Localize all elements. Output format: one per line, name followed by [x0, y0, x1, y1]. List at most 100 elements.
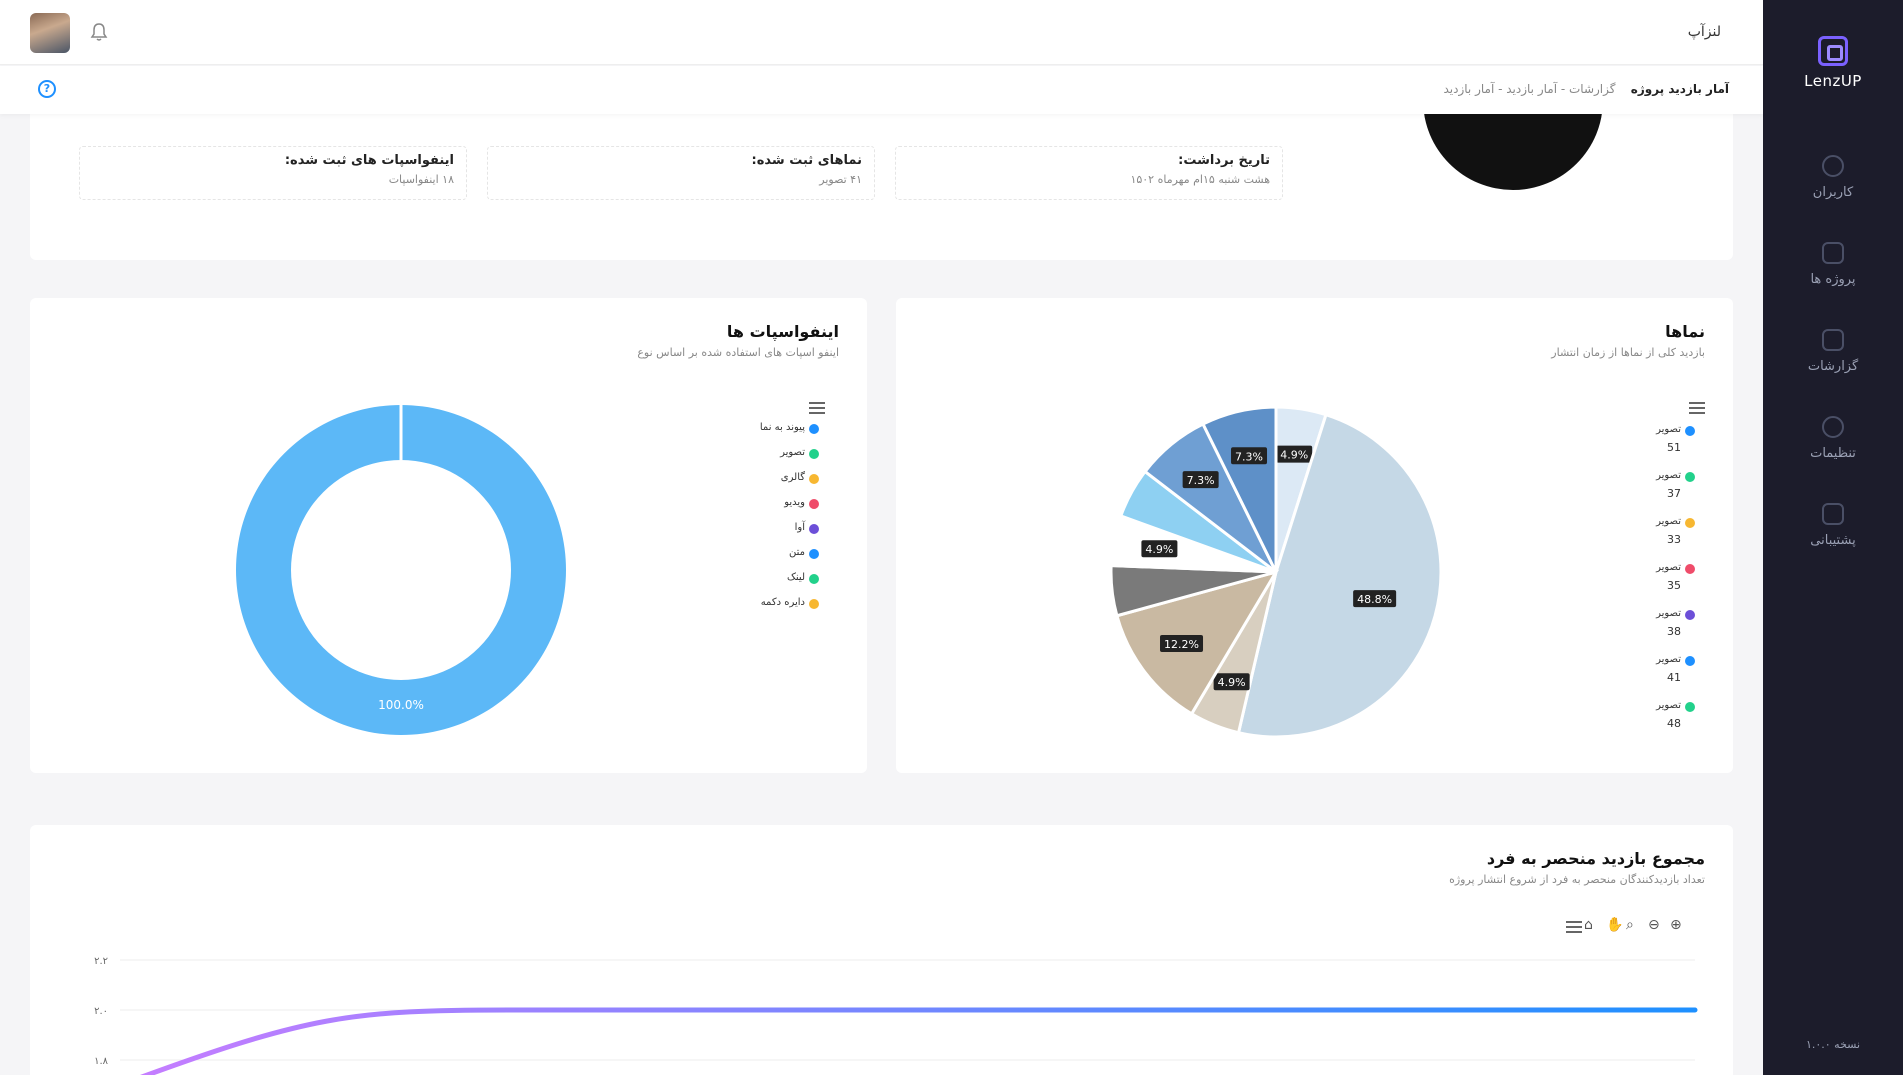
gear-icon	[1822, 416, 1844, 438]
sidebar-item-label: پشتیبانی	[1810, 533, 1856, 548]
svg-text:7.3%: 7.3%	[1187, 474, 1215, 487]
layers-icon	[1822, 242, 1844, 264]
legend-value: 35	[1667, 579, 1681, 592]
legend-dot-icon	[809, 499, 819, 509]
zoom-out-icon[interactable]: ⊖	[1648, 917, 1660, 933]
y-tick-label: ۲.۰	[94, 1006, 108, 1017]
y-tick-label: ۲.۲	[94, 956, 108, 967]
sidebar-item-label: تنظیمات	[1810, 446, 1856, 461]
legend-item[interactable]: پیوند به نما	[759, 422, 819, 447]
svg-text:4.9%: 4.9%	[1218, 676, 1246, 689]
legend-item[interactable]: لینک	[760, 572, 819, 597]
legend-dot-icon	[1685, 610, 1695, 620]
help-icon[interactable]: ?	[38, 80, 56, 98]
card-title: مجموع بازدید منحصر به فرد	[1486, 849, 1705, 868]
legend-dot-icon	[809, 574, 819, 584]
legend-item[interactable]: متن	[760, 547, 819, 572]
slice-label: 48.8%	[1353, 590, 1397, 608]
legend-item[interactable]: گالری	[760, 472, 819, 497]
y-tick-label: ۱.۸	[94, 1056, 109, 1067]
avatar[interactable]	[30, 13, 70, 53]
card-title: نماها	[1665, 322, 1705, 341]
bell-icon[interactable]	[90, 22, 108, 42]
chart-menu-icon[interactable]	[1689, 402, 1705, 414]
stat-value: هشت شنبه ۱۵ام مهرماه ۱۵۰۲	[1130, 173, 1270, 186]
svg-text:4.9%: 4.9%	[1280, 449, 1308, 462]
views-legend: تصویر 51 تصویر 37 تصویر 33 تصویر 35 تصویر 38 تصویر…	[1656, 424, 1695, 746]
slice-label: 100.0%	[378, 698, 424, 712]
legend-label: تصویر	[1656, 562, 1681, 573]
legend-dot-icon	[809, 549, 819, 559]
sidebar-item-reports[interactable]: گزارشات	[1763, 329, 1903, 374]
stat-title: تاریخ برداشت:	[1178, 153, 1270, 168]
legend-label: گالری	[780, 472, 805, 483]
views-chart-card: نماها بازدید کلی از نماها از زمان انتشار…	[896, 298, 1733, 773]
home-icon[interactable]: ⌂	[1584, 917, 1593, 933]
slice-label: 7.3%	[1231, 447, 1268, 465]
legend-item[interactable]: دایره دکمه	[760, 597, 819, 622]
legend-dot-icon	[1685, 564, 1695, 574]
legend-dot-icon	[1685, 702, 1695, 712]
card-subtitle: تعداد بازدیدکنندگان منحصر به فرد از شروع…	[1449, 873, 1705, 886]
slice-label: 12.2%	[1160, 635, 1204, 653]
stat-title: اینفواسپات های ثبت شده:	[284, 153, 454, 168]
pan-icon[interactable]: ✋	[1606, 917, 1623, 933]
legend-item[interactable]: تصویر 51	[1656, 424, 1695, 470]
stat-capture-date: تاریخ برداشت: هشت شنبه ۱۵ام مهرماه ۱۵۰۲	[895, 146, 1283, 200]
infospots-chart-card: اینفواسپات ها اینفو اسپات های استفاده شد…	[30, 298, 867, 773]
chart-menu-icon[interactable]	[1566, 921, 1582, 933]
stat-value: ۴۱ تصویر	[819, 173, 862, 186]
sidebar-item-projects[interactable]: پروژه ها	[1763, 242, 1903, 287]
legend-item[interactable]: آوا	[760, 522, 819, 547]
visitors-line-chart: ۲.۲ ۲.۰ ۱.۸	[94, 956, 1698, 1075]
legend-label: متن	[789, 547, 805, 558]
breadcrumb-trail[interactable]: گزارشات - آمار بازدید - آمار بازدید	[1443, 82, 1615, 96]
project-info-card: تاریخ برداشت: هشت شنبه ۱۵ام مهرماه ۱۵۰۲ …	[30, 100, 1733, 260]
legend-item[interactable]: تصویر 38	[1656, 608, 1695, 654]
legend-dot-icon	[809, 599, 819, 609]
logo-text: LenzUP	[1804, 72, 1862, 90]
legend-dot-icon	[809, 449, 819, 459]
legend-value: 38	[1667, 625, 1681, 638]
zoom-in-icon[interactable]: ⊕	[1670, 917, 1682, 933]
legend-dot-icon	[1685, 426, 1695, 436]
legend-value: 48	[1667, 717, 1681, 730]
legend-item[interactable]: تصویر	[760, 447, 819, 472]
sidebar-item-settings[interactable]: تنظیمات	[1763, 416, 1903, 461]
version-label: نسخه ۱.۰.۰	[1805, 1038, 1861, 1051]
legend-label: تصویر	[1656, 654, 1681, 665]
legend-dot-icon	[809, 474, 819, 484]
svg-text:48.8%: 48.8%	[1357, 593, 1392, 606]
card-subtitle: بازدید کلی از نماها از زمان انتشار	[1551, 346, 1705, 359]
legend-dot-icon	[1685, 472, 1695, 482]
legend-value: 41	[1667, 671, 1681, 684]
stat-title: نماهای ثبت شده:	[751, 153, 862, 168]
sidebar-item-users[interactable]: کاربران	[1763, 155, 1903, 200]
legend-value: 51	[1667, 441, 1681, 454]
support-icon	[1822, 503, 1844, 525]
logo[interactable]: LenzUP	[1763, 36, 1903, 90]
series-line[interactable]	[120, 1007, 1698, 1075]
legend-dot-icon	[809, 524, 819, 534]
legend-item[interactable]: تصویر 41	[1656, 654, 1695, 700]
legend-item[interactable]: تصویر 37	[1656, 470, 1695, 516]
sidebar-item-label: پروژه ها	[1810, 272, 1856, 287]
stat-views-count: نماهای ثبت شده: ۴۱ تصویر	[487, 146, 875, 200]
slice-label: 4.9%	[1276, 445, 1313, 463]
breadcrumb-bar: آمار بازدید پروژه گزارشات - آمار بازدید …	[0, 66, 1763, 114]
slice-label: 4.9%	[1141, 540, 1178, 558]
legend-label: پیوند به نما	[759, 422, 805, 433]
card-title: اینفواسپات ها	[726, 322, 839, 341]
legend-item[interactable]: تصویر 33	[1656, 516, 1695, 562]
views-pie-chart: 4.9% 48.8% 4.9% 12.2% 4.9% 7.3% 7.3%	[1109, 405, 1443, 739]
chart-menu-icon[interactable]	[809, 402, 825, 414]
sidebar-item-support[interactable]: پشتیبانی	[1763, 503, 1903, 548]
magnify-icon[interactable]: ⌕	[1626, 917, 1634, 933]
legend-item[interactable]: ویدیو	[760, 497, 819, 522]
users-icon	[1822, 155, 1844, 177]
legend-item[interactable]: تصویر 48	[1656, 700, 1695, 746]
legend-label: ویدیو	[784, 497, 805, 508]
legend-item[interactable]: تصویر 35	[1656, 562, 1695, 608]
infospots-legend: پیوند به نما تصویر گالری ویدیو آوا متن لینک دای…	[759, 422, 819, 622]
stat-value: ۱۸ اینفواسپات	[388, 173, 454, 186]
